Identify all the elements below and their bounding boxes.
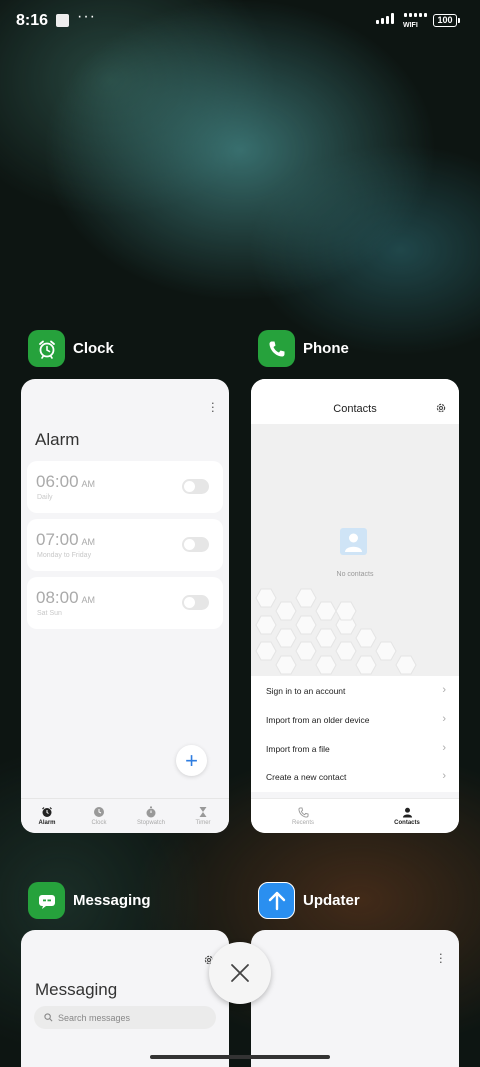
alarm-page-title: Alarm (35, 430, 80, 449)
close-icon (231, 964, 249, 982)
hourglass-icon (199, 807, 207, 817)
alarm-icon (42, 807, 52, 817)
alarm-time: 07:00 AM (36, 530, 96, 549)
app-name-phone: Phone (303, 340, 349, 357)
close-all-button[interactable] (209, 942, 271, 1004)
alarm-repeat: Daily (37, 494, 53, 501)
app-name-clock: Clock (73, 340, 114, 357)
alarm-repeat: Sat Sun (37, 610, 62, 617)
tab-recents[interactable]: Recents (251, 799, 355, 833)
alarm-item[interactable]: 07:00 AM Monday to Friday (27, 519, 223, 571)
app-header-updater[interactable]: Updater (258, 882, 360, 919)
phone-handset-icon (297, 806, 309, 818)
tab-alarm[interactable]: Alarm (21, 799, 73, 833)
messaging-page-title: Messaging (35, 980, 118, 999)
notification-square-icon (56, 14, 69, 27)
add-alarm-button[interactable]: + (176, 745, 207, 776)
clock-app-card[interactable]: · · · Alarm 06:00 AM Daily 07:00 AM Monday t… (21, 379, 229, 833)
alarm-time: 08:00 AM (36, 588, 96, 607)
app-header-phone[interactable]: Phone (258, 330, 349, 367)
chevron-right-icon: › (442, 713, 446, 725)
settings-gear-icon[interactable] (435, 401, 447, 419)
app-header-clock[interactable]: Clock (28, 330, 114, 367)
status-time: 8:16 (16, 12, 49, 29)
person-icon (402, 807, 412, 818)
contacts-actions-sheet: Sign in to an account › Import from an ol… (251, 676, 459, 792)
alarm-clock-icon (28, 330, 65, 367)
signal-strength-2-icon (404, 13, 427, 17)
hexagon-pattern-decoration (255, 588, 417, 675)
alarm-item[interactable]: 08:00 AM Sat Sun (27, 577, 223, 629)
empty-contact-avatar-icon (340, 528, 367, 555)
app-name-messaging: Messaging (73, 892, 151, 909)
tab-contacts[interactable]: Contacts (355, 799, 459, 833)
alarm-repeat: Monday to Friday (37, 552, 92, 559)
clock-icon (94, 807, 104, 817)
more-notifications-icon: ··· (77, 8, 96, 25)
chevron-right-icon: › (442, 770, 446, 782)
alarm-item[interactable]: 06:00 AM Daily (27, 461, 223, 513)
battery-icon: 100 (433, 14, 460, 27)
phone-app-card[interactable]: Contacts No contacts Sign in to an accou… (251, 379, 459, 833)
search-icon (44, 1013, 53, 1022)
app-name-updater: Updater (303, 892, 360, 909)
no-contacts-text: No contacts (336, 571, 374, 578)
alarm-toggle[interactable] (182, 595, 209, 610)
contacts-empty-area: No contacts (251, 424, 459, 676)
import-from-file-item[interactable]: Import from a file › (266, 742, 446, 754)
contacts-title: Contacts (333, 403, 377, 415)
up-arrow-icon (258, 882, 295, 919)
search-messages-input[interactable]: Search messages (34, 1006, 216, 1029)
alarm-time: 06:00 AM (36, 472, 96, 491)
create-contact-item[interactable]: Create a new contact › (266, 770, 446, 782)
chat-bubble-icon (28, 882, 65, 919)
stopwatch-icon (146, 806, 156, 818)
home-indicator[interactable] (150, 1055, 330, 1059)
more-options-icon[interactable]: · · · (211, 396, 215, 417)
updater-app-card[interactable]: · · · (251, 930, 459, 1067)
contacts-header: Contacts (251, 379, 459, 424)
phone-icon (258, 330, 295, 367)
more-options-icon[interactable]: · · · (439, 947, 443, 968)
status-bar: 8:16 ··· WIFI 100 (0, 0, 480, 44)
app-header-messaging[interactable]: Messaging (28, 882, 151, 919)
chevron-right-icon: › (442, 684, 446, 696)
wifi-label: WIFI (403, 22, 418, 29)
chevron-right-icon: › (442, 742, 446, 754)
alarm-toggle[interactable] (182, 479, 209, 494)
phone-bottom-nav: Recents Contacts (251, 798, 459, 833)
sign-in-account-item[interactable]: Sign in to an account › (266, 684, 446, 696)
alarm-toggle[interactable] (182, 537, 209, 552)
messaging-app-card[interactable]: Messaging Search messages (21, 930, 229, 1067)
import-older-device-item[interactable]: Import from an older device › (266, 713, 446, 725)
tab-clock[interactable]: Clock (73, 799, 125, 833)
tab-stopwatch[interactable]: Stopwatch (125, 799, 177, 833)
clock-bottom-nav: Alarm Clock Stopwatch Timer (21, 798, 229, 833)
tab-timer[interactable]: Timer (177, 799, 229, 833)
signal-strength-icon (376, 13, 394, 24)
